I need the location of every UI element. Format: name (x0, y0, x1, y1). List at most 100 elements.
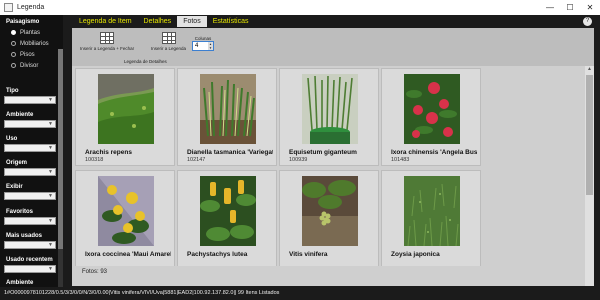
plant-name: Zoysia japonica (391, 251, 440, 258)
table-grid-icon (100, 32, 115, 44)
plant-name: Ixora coccinea 'Maui Amarela' (85, 251, 171, 258)
filter-label: Usado recentem (6, 257, 53, 263)
filter-label: Favoritos (6, 209, 34, 215)
toolbar-group-caption: Legenda de Detalhes (124, 59, 167, 64)
chevron-down-icon: ▼ (48, 97, 53, 103)
help-button[interactable]: ? (583, 17, 592, 26)
plant-name: Pachystachys lutea (187, 251, 248, 258)
tab-legenda-de-item[interactable]: Legenda de Item (73, 16, 138, 27)
photo-grid-area: Arachis repens 100318 Dianella tasmanica… (72, 66, 594, 286)
filter-favoritos: Favoritos ▼ (0, 208, 63, 225)
spin-arrows-icon[interactable]: ▲ ▼ (208, 42, 213, 50)
insert-close-label: Inserir a Legenda + Fechar (80, 46, 135, 51)
tipo-select[interactable]: ▼ (4, 96, 56, 104)
plant-name: Dianella tasmanica 'Variegata' (187, 149, 273, 156)
photo-grid-scrollbar[interactable]: ▲ (585, 66, 594, 286)
photo-card[interactable]: Ixora coccinea 'Maui Amarela' (75, 170, 175, 266)
sidebar-scrollbar[interactable] (58, 49, 63, 287)
columns-stepper[interactable]: 4 ▲ ▼ (192, 41, 214, 51)
favoritos-select[interactable]: ▼ (4, 217, 56, 225)
photo-card[interactable]: Dianella tasmanica 'Variegata' 102147 (177, 68, 277, 166)
radio-selected-icon (11, 30, 16, 35)
filter-uso: Uso ▼ (0, 135, 63, 152)
chevron-down-icon: ▼ (48, 193, 53, 199)
scroll-up-icon[interactable]: ▲ (585, 66, 594, 74)
filter-mais-usados: Mais usados ▼ (0, 232, 63, 249)
mais-usados-select[interactable]: ▼ (4, 241, 56, 249)
radio-mobiliarios[interactable]: Mobiliarios (0, 38, 63, 49)
tab-estatisticas[interactable]: Estatísticas (207, 16, 255, 27)
filter-label: Ambiente (6, 280, 34, 286)
scrollbar-thumb[interactable] (58, 49, 63, 249)
photos-panel: Inserir a Legenda + Fechar Inserir a Leg… (72, 28, 594, 286)
chevron-down-icon: ▼ (48, 242, 53, 248)
plant-name: Vitis vinifera (289, 251, 328, 258)
minimize-button[interactable]: — (540, 0, 560, 15)
insert-label: Inserir a Legenda (151, 46, 187, 51)
radio-divisor[interactable]: Divisor (0, 60, 63, 71)
dianella-photo (200, 74, 256, 144)
app-window: Legenda — ☐ ✕ Paisagismo Plantas Mobilia… (0, 0, 600, 300)
plant-code: 102147 (187, 157, 206, 163)
filter-label: Origem (6, 160, 28, 166)
radio-plantas[interactable]: Plantas (0, 27, 63, 38)
ambiente-select[interactable]: ▼ (4, 120, 56, 128)
origem-select[interactable]: ▼ (4, 168, 56, 176)
filter-exibir: Exibir ▼ (0, 183, 63, 200)
filter-usado-recentemente: Usado recentem ▼ (0, 256, 63, 273)
filter-label: Mais usados (6, 233, 43, 239)
plant-name: Ixora chinensis 'Angela Busm' (391, 149, 477, 156)
pachystachys-photo (200, 176, 256, 246)
photo-grid: Arachis repens 100318 Dianella tasmanica… (75, 68, 581, 266)
usado-recentemente-select[interactable]: ▼ (4, 265, 56, 273)
filter-label: Ambiente (6, 112, 34, 118)
insert-close-button[interactable]: Inserir a Legenda + Fechar (80, 32, 134, 51)
columns-control: Colunas 4 ▲ ▼ (192, 36, 214, 51)
scrollbar-thumb[interactable] (586, 75, 593, 195)
insert-button[interactable]: Inserir a Legenda (151, 32, 186, 51)
chevron-down-icon: ▼ (48, 169, 53, 175)
plant-code: 100939 (289, 157, 308, 163)
equisetum-photo (302, 74, 358, 144)
toolbar: Inserir a Legenda + Fechar Inserir a Leg… (72, 28, 594, 66)
filter-tipo: Tipo ▼ (0, 87, 63, 104)
maximize-button[interactable]: ☐ (560, 0, 580, 15)
radio-pisos[interactable]: Pisos (0, 49, 63, 60)
filter-label: Exibir (6, 184, 23, 190)
grass-photo (404, 176, 460, 246)
uso-select[interactable]: ▼ (4, 144, 56, 152)
radio-icon (11, 52, 16, 57)
photo-card[interactable]: Pachystachys lutea (177, 170, 277, 266)
photo-card[interactable]: Equisetum giganteum 100939 (279, 68, 379, 166)
grapevine-photo (302, 176, 358, 246)
radio-label: Mobiliarios (20, 40, 49, 47)
plant-name: Arachis repens (85, 149, 132, 156)
plant-code: 101483 (391, 157, 410, 163)
tab-bar: Legenda de Item Detalhes Fotos Estatísti… (73, 16, 255, 27)
table-grid-icon (161, 32, 176, 44)
window-title: Legenda (17, 4, 45, 11)
title-bar: Legenda — ☐ ✕ (0, 0, 600, 15)
columns-value: 4 (195, 43, 199, 49)
filter-label: Tipo (6, 88, 19, 94)
filter-label: Uso (6, 136, 18, 142)
plant-code: 100318 (85, 157, 104, 163)
close-button[interactable]: ✕ (580, 0, 600, 15)
tab-detalhes[interactable]: Detalhes (138, 16, 178, 27)
ixora-photo (404, 74, 460, 144)
photo-card[interactable]: Ixora chinensis 'Angela Busm' 101483 (381, 68, 481, 166)
exibir-select[interactable]: ▼ (4, 192, 56, 200)
filter-ambiente-2: Ambiente (0, 279, 63, 287)
groundcover-photo (98, 74, 154, 144)
photo-card[interactable]: Arachis repens 100318 (75, 68, 175, 166)
filter-ambiente: Ambiente ▼ (0, 111, 63, 128)
photo-card[interactable]: Zoysia japonica (381, 170, 481, 266)
paisagismo-heading: Paisagismo (6, 19, 40, 25)
photo-card[interactable]: Vitis vinifera (279, 170, 379, 266)
filter-origem: Origem ▼ (0, 159, 63, 176)
filter-sidebar: Paisagismo Plantas Mobiliarios Pisos Div… (0, 15, 63, 287)
radio-icon (11, 41, 16, 46)
app-icon (4, 3, 13, 12)
radio-label: Plantas (20, 29, 41, 36)
tab-fotos[interactable]: Fotos (177, 16, 207, 27)
